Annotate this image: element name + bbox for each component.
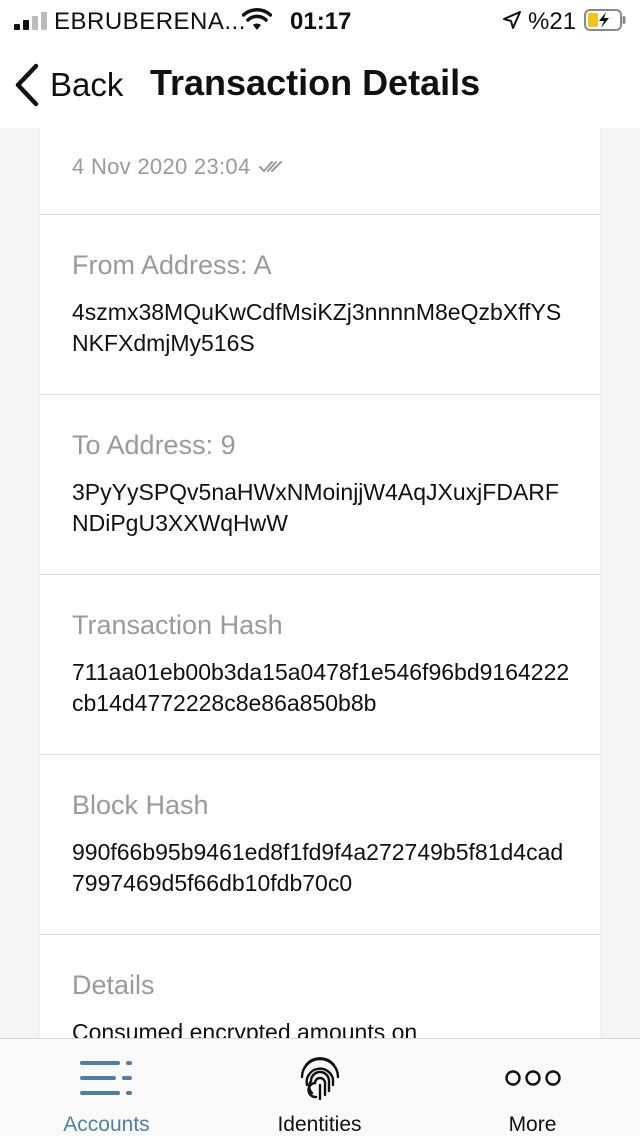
back-label: Back <box>50 66 124 103</box>
transaction-date: 4 Nov 2020 23:04 <box>72 154 251 179</box>
back-button[interactable]: Back <box>14 60 123 110</box>
section-label: Block Hash <box>72 790 209 820</box>
to-address-section: To Address: 9 3PyYySPQv5naHWxNMoinjjW4Aq… <box>72 430 572 539</box>
page-title: Transaction Details <box>150 62 481 103</box>
tab-accounts[interactable]: Accounts <box>0 1039 213 1136</box>
from-address-value: 4szmx38MQuKwCdfMsiKZj3nnnnM8eQzbXffYSNKF… <box>72 299 562 356</box>
tab-identities[interactable]: Identities <box>213 1039 426 1136</box>
details-value: Consumed encrypted amounts on <box>72 1019 418 1038</box>
transaction-card: 4 Nov 2020 23:04 From Address: A 4szmx38… <box>40 128 600 1038</box>
section-label: Details <box>72 970 155 1000</box>
section-label: From Address: A <box>72 250 272 280</box>
status-bar: EBRUBERENA... 01:17 %21 <box>0 0 640 42</box>
tab-label: Identities <box>277 1113 362 1136</box>
to-address-value: 3PyYySPQv5naHWxNMoinjjW4AqJXuxjFDARFNDiP… <box>72 479 559 536</box>
chevron-left-icon <box>15 63 39 107</box>
battery-percent: %21 <box>528 8 577 35</box>
block-hash-section: Block Hash 990f66b95b9461ed8f1fd9f4a2727… <box>72 790 572 899</box>
signal-icon <box>14 12 47 30</box>
details-section: Details Consumed encrypted amounts on <box>72 970 572 1038</box>
section-label: To Address: 9 <box>72 430 236 460</box>
divider <box>40 934 600 935</box>
divider <box>40 754 600 755</box>
transaction-hash-section: Transaction Hash 711aa01eb00b3da15a0478f… <box>72 610 572 719</box>
battery-charging-icon <box>584 9 626 31</box>
transaction-details-scroll[interactable]: 4 Nov 2020 23:04 From Address: A 4szmx38… <box>0 128 640 1038</box>
navigation-bar: Back Transaction Details <box>0 42 640 128</box>
from-address-section: From Address: A 4szmx38MQuKwCdfMsiKZj3nn… <box>72 250 572 359</box>
tab-label: More <box>508 1113 557 1136</box>
transaction-hash-value: 711aa01eb00b3da15a0478f1e546f96bd9164222… <box>72 659 570 716</box>
tab-label: Accounts <box>63 1113 150 1136</box>
divider <box>40 214 600 215</box>
divider <box>40 574 600 575</box>
carrier-name: EBRUBERENA... <box>54 8 246 35</box>
clock: 01:17 <box>290 8 352 35</box>
divider <box>40 394 600 395</box>
tab-more[interactable]: More <box>426 1039 639 1136</box>
tab-bar: Accounts Identities More <box>0 1038 640 1136</box>
more-dots-icon <box>504 1053 561 1103</box>
accounts-list-icon <box>79 1053 135 1103</box>
transaction-date-row: 4 Nov 2020 23:04 <box>72 154 285 180</box>
location-arrow-icon <box>503 11 521 29</box>
app-screen: EBRUBERENA... 01:17 %21 Back Transaction… <box>0 0 640 1136</box>
fingerprint-icon <box>292 1053 348 1103</box>
section-label: Transaction Hash <box>72 610 283 640</box>
double-check-icon <box>258 161 282 172</box>
wifi-icon <box>242 8 272 30</box>
block-hash-value: 990f66b95b9461ed8f1fd9f4a272749b5f81d4ca… <box>72 839 564 896</box>
